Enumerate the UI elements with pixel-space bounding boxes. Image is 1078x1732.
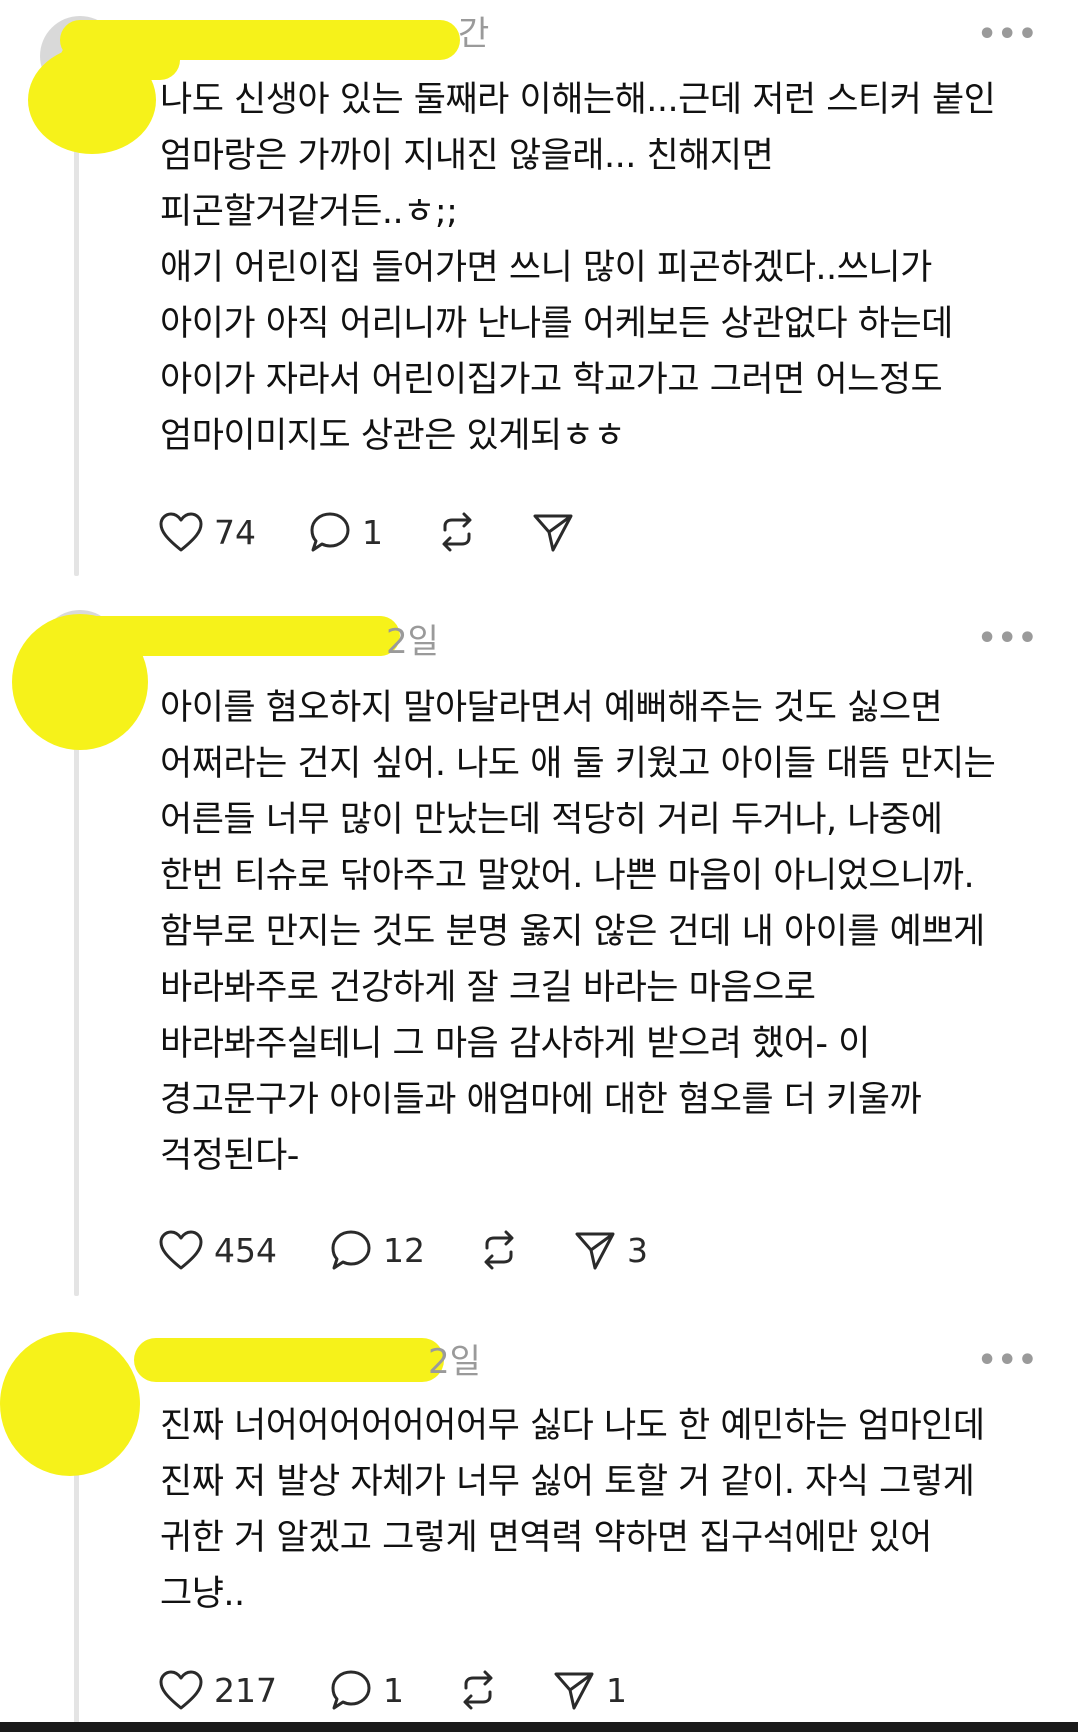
- reply-button[interactable]: 1: [308, 510, 383, 554]
- thread-line: [74, 710, 79, 1296]
- heart-icon: [159, 1230, 203, 1270]
- reply-count: 12: [383, 1230, 425, 1270]
- comment-text: 아이를 혐오하지 말아달라면서 예뻐해주는 것도 싫으면 어쩌라는 건지 싶어.…: [160, 688, 996, 1176]
- heart-icon: [159, 512, 203, 552]
- reply-count: 1: [362, 512, 383, 552]
- share-count: 1: [606, 1670, 627, 1710]
- action-bar: 454 12 3: [158, 1224, 700, 1276]
- post-time: 2일: [386, 622, 439, 662]
- like-count: 454: [214, 1230, 277, 1270]
- send-icon: [575, 1232, 615, 1270]
- reply-button[interactable]: 12: [329, 1228, 425, 1272]
- share-count: 3: [627, 1230, 648, 1270]
- reply-count: 1: [383, 1670, 404, 1710]
- post-time: 간: [458, 14, 490, 54]
- repost-icon: [442, 512, 472, 552]
- repost-icon: [484, 1230, 514, 1270]
- thread-line: [74, 110, 79, 576]
- like-button[interactable]: 454: [158, 1229, 277, 1271]
- comment-icon: [331, 1670, 371, 1710]
- heart-icon: [159, 1670, 203, 1710]
- action-bar: 74 1: [158, 506, 627, 558]
- action-bar: 217 1 1: [158, 1664, 679, 1716]
- comment-icon: [331, 1230, 371, 1270]
- like-button[interactable]: 217: [158, 1669, 277, 1711]
- repost-button[interactable]: [477, 1228, 521, 1272]
- send-icon: [554, 1672, 594, 1710]
- username-redaction: [60, 616, 400, 656]
- more-options-button[interactable]: •••: [977, 1346, 1038, 1376]
- post-time: 2일: [428, 1342, 481, 1382]
- like-count: 217: [214, 1670, 277, 1710]
- more-options-button[interactable]: •••: [977, 624, 1038, 654]
- comment-post-3: 2일 ••• 진짜 너어어어어어어어무 싫다 나도 한 예민하는 엄마인데 진짜…: [0, 1320, 1078, 1732]
- send-icon: [533, 514, 573, 552]
- share-button[interactable]: 1: [552, 1668, 627, 1712]
- comment-post-2: 2일 ••• 아이를 혐오하지 말아달라면서 예뻐해주는 것도 싫으면 어쩌라는…: [0, 600, 1078, 1300]
- username-redaction: [134, 1338, 444, 1382]
- bottom-edge-bar: [0, 1722, 1078, 1732]
- more-options-button[interactable]: •••: [977, 20, 1038, 50]
- comment-text: 진짜 너어어어어어어어무 싫다 나도 한 예민하는 엄마인데 진짜 저 발상 자…: [160, 1406, 985, 1614]
- like-button[interactable]: 74: [158, 511, 256, 553]
- share-button[interactable]: 3: [573, 1228, 648, 1272]
- comment-post-1: 간 ••• 나도 신생아 있는 둘째라 이해는해...근데 저런 스티커 붙인 …: [0, 0, 1078, 580]
- like-count: 74: [214, 512, 256, 552]
- repost-button[interactable]: [456, 1668, 500, 1712]
- comment-icon: [310, 512, 350, 552]
- reply-button[interactable]: 1: [329, 1668, 404, 1712]
- comment-text: 나도 신생아 있는 둘째라 이해는해...근데 저런 스티커 붙인 엄마랑은 가…: [160, 80, 996, 456]
- repost-icon: [463, 1670, 493, 1710]
- share-button[interactable]: [531, 510, 575, 554]
- repost-button[interactable]: [435, 510, 479, 554]
- redaction-mark: [0, 1332, 140, 1476]
